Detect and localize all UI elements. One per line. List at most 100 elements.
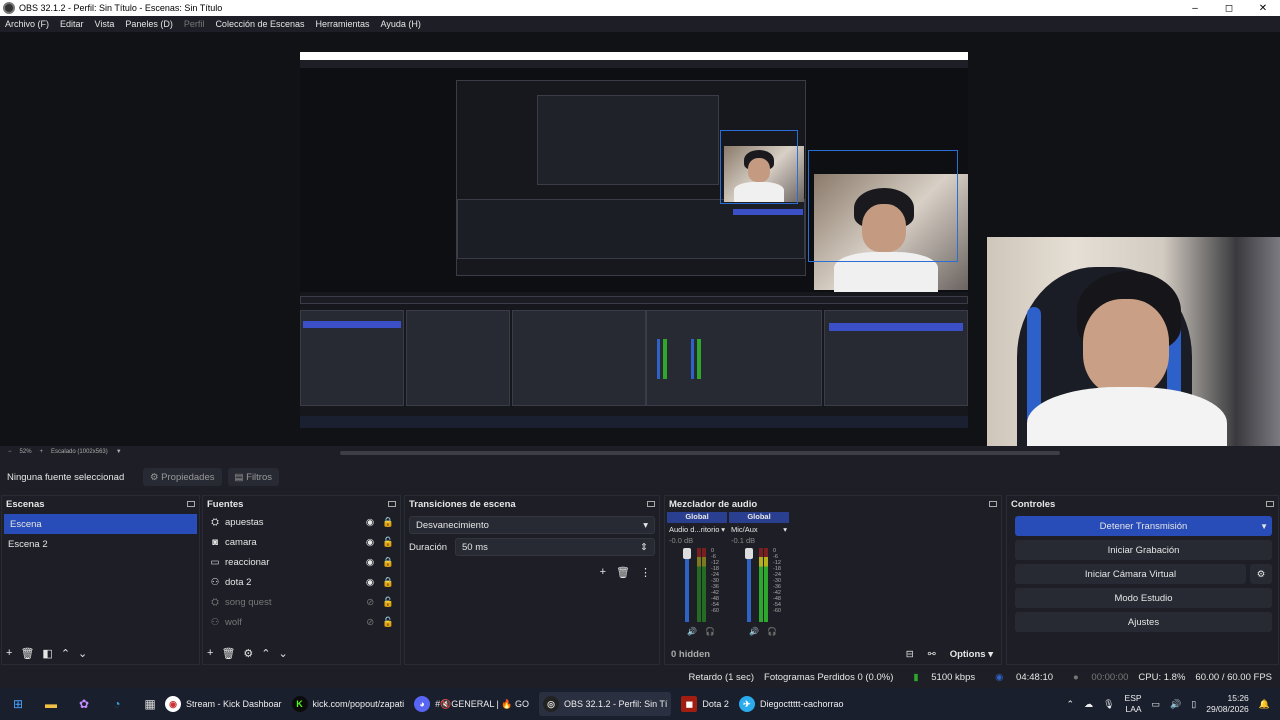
taskbar-app[interactable]: ◎ OBS 32.1.2 - Perfil: Sin Tí (539, 692, 672, 716)
clock[interactable]: 15:26 29/08/2026 (1206, 693, 1249, 715)
lock-icon[interactable]: 🔒 (382, 557, 394, 568)
edge-icon[interactable]: ◔ (107, 694, 127, 714)
zoom-in-icon[interactable]: + (40, 449, 44, 455)
down-icon[interactable]: ⌄ (78, 647, 87, 660)
hidden-count[interactable]: 0 hidden (671, 649, 710, 660)
volume-fader[interactable] (685, 548, 689, 622)
filter-icon[interactable]: ◧ (42, 647, 52, 660)
preview-canvas[interactable] (300, 52, 968, 428)
network-icon[interactable]: ▭ (1152, 699, 1161, 710)
scene-item[interactable]: Escena 2 (2, 534, 199, 554)
taskbar-app[interactable]: Kkick.com/popout/zapati (291, 696, 404, 712)
source-selection-frame[interactable] (808, 150, 958, 262)
link-icon[interactable]: ⚯ (928, 649, 936, 660)
duration-spinbox[interactable]: 50 ms ⇕ (455, 538, 655, 556)
transition-select[interactable]: Desvanecimiento ▾ (409, 516, 655, 534)
undock-icon[interactable] (187, 501, 195, 507)
menu-archivo[interactable]: Archivo (F) (5, 19, 49, 29)
virtual-camera-settings-icon[interactable]: ⚙ (1250, 564, 1272, 584)
menu-herramientas[interactable]: Herramientas (316, 19, 370, 29)
maximize-button[interactable]: ◻ (1212, 3, 1246, 14)
options-button[interactable]: Options ▾ (950, 649, 993, 660)
undock-icon[interactable] (647, 501, 655, 507)
undock-icon[interactable] (388, 501, 396, 507)
source-row[interactable]: ⛭ apuestas ◉ 🔒 (203, 512, 400, 532)
unlock-icon[interactable]: 🔓 (382, 597, 394, 608)
stop-stream-button[interactable]: Detener Transmisión ▼ (1015, 516, 1272, 536)
add-icon[interactable]: + (6, 647, 12, 660)
volume-icon[interactable]: 🔊 (1170, 699, 1181, 710)
menu-vista[interactable]: Vista (95, 19, 115, 29)
trash-icon[interactable]: 🗑 (20, 647, 34, 660)
undock-icon[interactable] (989, 501, 997, 507)
headphones-icon[interactable]: 🎧 (767, 627, 777, 636)
windows-start-icon[interactable]: ⊞ (8, 694, 28, 714)
headphones-icon[interactable]: 🎧 (705, 627, 715, 636)
volume-fader[interactable] (747, 548, 751, 622)
notification-icon[interactable]: 🔔 (1259, 699, 1270, 710)
menu-ayuda[interactable]: Ayuda (H) (381, 19, 421, 29)
eye-icon[interactable]: ◉ (366, 537, 374, 548)
start-recording-button[interactable]: Iniciar Grabación (1015, 540, 1272, 560)
speaker-icon[interactable]: 🔊 (749, 627, 759, 636)
taskbar-app[interactable]: ◕ #🔇GENERAL | 🔥 GO (414, 696, 529, 712)
scene-item[interactable]: Escena (4, 514, 197, 534)
fader-handle[interactable] (683, 548, 691, 559)
down-icon[interactable]: ⌄ (279, 647, 288, 660)
unlock-icon[interactable]: 🔓 (382, 617, 394, 628)
properties-button[interactable]: ⚙ Propiedades (143, 468, 222, 486)
taskbar-app[interactable]: ✈ Diegocttttt-cachorrao (738, 696, 844, 712)
filters-button[interactable]: ▤ Filtros (227, 468, 280, 486)
chevron-down-icon[interactable]: ▾ (721, 525, 725, 534)
trash-icon[interactable]: 🗑 (221, 647, 235, 660)
menu-perfil[interactable]: Perfil (184, 19, 205, 29)
start-virtual-camera-button[interactable]: Iniciar Cámara Virtual (1015, 564, 1246, 584)
eye-icon[interactable]: ◉ (366, 557, 374, 568)
source-row[interactable]: ◙ camara ◉ 🔓 (203, 532, 400, 552)
source-row[interactable]: ⚇ wolf ⊘ 🔓 (203, 612, 400, 632)
cloud-icon[interactable]: ☁ (1084, 699, 1093, 710)
preview-scrollbar[interactable] (340, 451, 1060, 455)
zoom-out-icon[interactable]: − (8, 449, 12, 455)
chevron-up-icon[interactable]: ⌃ (1067, 699, 1075, 710)
close-button[interactable]: ✕ (1246, 3, 1280, 14)
menu-coleccion[interactable]: Colección de Escenas (215, 19, 304, 29)
gear-icon[interactable]: ⚙ (243, 647, 253, 660)
chevron-down-icon[interactable]: ▾ (783, 525, 787, 534)
lock-icon[interactable]: 🔒 (382, 577, 394, 588)
menu-editar[interactable]: Editar (60, 19, 84, 29)
more-icon[interactable]: ⋮ (640, 566, 651, 579)
store-icon[interactable]: ▦ (140, 694, 160, 714)
studio-mode-button[interactable]: Modo Estudio (1015, 588, 1272, 608)
eye-hidden-icon[interactable]: ⊘ (366, 597, 374, 608)
unlock-icon[interactable]: 🔓 (382, 537, 394, 548)
add-icon[interactable]: + (207, 647, 213, 660)
lock-icon[interactable]: 🔒 (382, 517, 394, 528)
language-indicator[interactable]: ESP LAA (1125, 693, 1142, 715)
battery-icon[interactable]: ▯ (1191, 699, 1196, 710)
fader-handle[interactable] (745, 548, 753, 559)
eye-icon[interactable]: ◉ (366, 517, 374, 528)
trash-icon[interactable]: 🗑 (616, 566, 630, 579)
speaker-icon[interactable]: 🔊 (687, 627, 697, 636)
taskbar-app[interactable]: ◉ Stream - Kick Dashboar (165, 696, 282, 712)
undock-icon[interactable] (1266, 501, 1274, 507)
chevron-down-icon[interactable]: ▼ (1260, 522, 1268, 531)
source-row[interactable]: ⚇ dota 2 ◉ 🔒 (203, 572, 400, 592)
copilot-icon[interactable]: ✿ (74, 694, 94, 714)
chevron-down-icon[interactable]: ▼ (116, 449, 122, 455)
microphone-icon[interactable]: 🎙 (1103, 699, 1114, 710)
taskbar-app[interactable]: ◼ Dota 2 (681, 696, 729, 712)
spin-arrows-icon[interactable]: ⇕ (640, 542, 648, 553)
menu-paneles[interactable]: Paneles (D) (125, 19, 173, 29)
settings-button[interactable]: Ajustes (1015, 612, 1272, 632)
source-row[interactable]: ▭ reaccionar ◉ 🔒 (203, 552, 400, 572)
source-row[interactable]: ⛭ song quest ⊘ 🔓 (203, 592, 400, 612)
file-explorer-icon[interactable]: ▬ (41, 694, 61, 714)
up-icon[interactable]: ⌃ (261, 647, 270, 660)
up-icon[interactable]: ⌃ (61, 647, 70, 660)
eye-hidden-icon[interactable]: ⊘ (366, 617, 374, 628)
add-icon[interactable]: + (600, 566, 606, 579)
eye-icon[interactable]: ◉ (366, 577, 374, 588)
layout-icon[interactable]: ⊟ (906, 649, 914, 660)
